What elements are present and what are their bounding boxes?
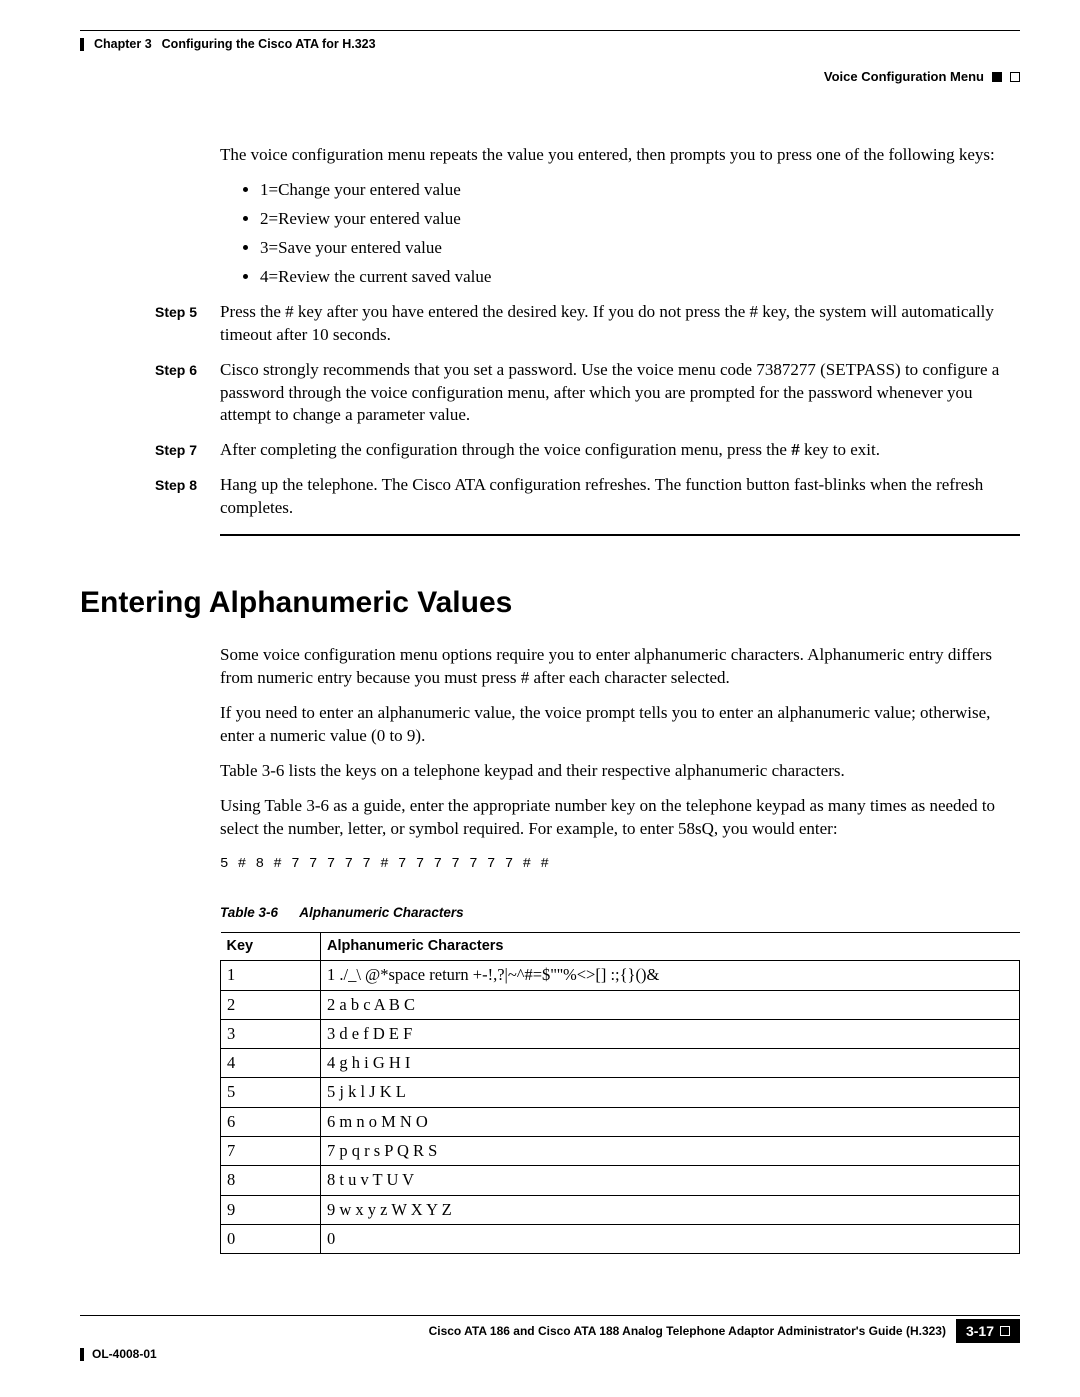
- footer-ol: OL-4008-01: [80, 1347, 1020, 1361]
- table-cell-chars: 1 ./_\ @*space return +-!,?|~^#=$"''%<>[…: [321, 961, 1020, 990]
- body-paragraph: Some voice configuration menu options re…: [220, 644, 1020, 690]
- body-paragraph: Using Table 3-6 as a guide, enter the ap…: [220, 795, 1020, 841]
- table-cell-key: 5: [221, 1078, 321, 1107]
- chapter-header: Chapter 3 Configuring the Cisco ATA for …: [80, 37, 1020, 51]
- footer-doc-title: Cisco ATA 186 and Cisco ATA 188 Analog T…: [80, 1324, 956, 1338]
- step-text: After completing the configuration throu…: [220, 439, 1020, 462]
- table-row: 77 p q r s P Q R S: [221, 1137, 1020, 1166]
- table-row: 11 ./_\ @*space return +-!,?|~^#=$"''%<>…: [221, 961, 1020, 990]
- table-title: Alphanumeric Characters: [299, 905, 463, 920]
- table-row: 55 j k l J K L: [221, 1078, 1020, 1107]
- table-cell-key: 6: [221, 1107, 321, 1136]
- table-header-key: Key: [221, 932, 321, 961]
- table-cell-key: 3: [221, 1019, 321, 1048]
- table-row: 22 a b c A B C: [221, 990, 1020, 1019]
- table-cell-key: 2: [221, 990, 321, 1019]
- body-paragraph: Table 3-6 lists the keys on a telephone …: [220, 760, 1020, 783]
- section-divider: [220, 534, 1020, 536]
- table-row: 99 w x y z W X Y Z: [221, 1195, 1020, 1224]
- step-text: Hang up the telephone. The Cisco ATA con…: [220, 474, 1020, 520]
- footer-bar-icon: [80, 1348, 84, 1361]
- table-row: 33 d e f D E F: [221, 1019, 1020, 1048]
- options-list: 1=Change your entered value 2=Review you…: [260, 179, 1020, 289]
- table-cell-chars: 6 m n o M N O: [321, 1107, 1020, 1136]
- step-row: Step 7 After completing the configuratio…: [220, 439, 1020, 462]
- table-header-chars: Alphanumeric Characters: [321, 932, 1020, 961]
- page-footer: Cisco ATA 186 and Cisco ATA 188 Analog T…: [80, 1315, 1020, 1361]
- section-title: Voice Configuration Menu: [824, 69, 984, 84]
- table-cell-key: 4: [221, 1049, 321, 1078]
- page-number-box: 3-17: [956, 1319, 1020, 1343]
- table-cell-key: 8: [221, 1166, 321, 1195]
- chapter-label: Chapter 3: [94, 37, 152, 51]
- table-row: 66 m n o M N O: [221, 1107, 1020, 1136]
- footer-ol-number: OL-4008-01: [92, 1347, 157, 1361]
- step-row: Step 5 Press the # key after you have en…: [220, 301, 1020, 347]
- table-cell-chars: 0: [321, 1224, 1020, 1253]
- option-item: 3=Save your entered value: [260, 237, 1020, 260]
- table-caption: Table 3-6 Alphanumeric Characters: [220, 904, 1020, 922]
- table-cell-key: 1: [221, 961, 321, 990]
- table-cell-chars: 4 g h i G H I: [321, 1049, 1020, 1078]
- table-cell-chars: 8 t u v T U V: [321, 1166, 1020, 1195]
- table-row: 88 t u v T U V: [221, 1166, 1020, 1195]
- step-label: Step 8: [80, 474, 200, 520]
- step-label: Step 5: [80, 301, 200, 347]
- step-label: Step 6: [80, 359, 200, 428]
- header-bar-icon: [80, 38, 84, 51]
- table-cell-key: 9: [221, 1195, 321, 1224]
- section-header: Voice Configuration Menu: [80, 69, 1020, 84]
- option-item: 4=Review the current saved value: [260, 266, 1020, 289]
- table-row: 00: [221, 1224, 1020, 1253]
- step-text: Cisco strongly recommends that you set a…: [220, 359, 1020, 428]
- option-item: 1=Change your entered value: [260, 179, 1020, 202]
- table-row: 44 g h i G H I: [221, 1049, 1020, 1078]
- step-row: Step 6 Cisco strongly recommends that yo…: [220, 359, 1020, 428]
- table-cell-chars: 3 d e f D E F: [321, 1019, 1020, 1048]
- table-cell-key: 0: [221, 1224, 321, 1253]
- square-outline-icon: [1000, 1326, 1010, 1336]
- square-outline-icon: [1010, 72, 1020, 82]
- step-row: Step 8 Hang up the telephone. The Cisco …: [220, 474, 1020, 520]
- table-cell-chars: 5 j k l J K L: [321, 1078, 1020, 1107]
- table-cell-chars: 7 p q r s P Q R S: [321, 1137, 1020, 1166]
- step-label: Step 7: [80, 439, 200, 462]
- step-text: Press the # key after you have entered t…: [220, 301, 1020, 347]
- body-paragraph: If you need to enter an alphanumeric val…: [220, 702, 1020, 748]
- table-number: Table 3-6: [220, 905, 278, 920]
- page-number: 3-17: [966, 1323, 994, 1339]
- alphanumeric-table: Key Alphanumeric Characters 11 ./_\ @*sp…: [220, 932, 1020, 1254]
- intro-paragraph: The voice configuration menu repeats the…: [220, 144, 1020, 167]
- code-example: 5 # 8 # 7 7 7 7 7 # 7 7 7 7 7 7 7 # #: [220, 855, 1020, 874]
- section-heading: Entering Alphanumeric Values: [80, 586, 1020, 620]
- table-cell-chars: 2 a b c A B C: [321, 990, 1020, 1019]
- option-item: 2=Review your entered value: [260, 208, 1020, 231]
- table-cell-chars: 9 w x y z W X Y Z: [321, 1195, 1020, 1224]
- table-cell-key: 7: [221, 1137, 321, 1166]
- chapter-title: Configuring the Cisco ATA for H.323: [162, 37, 376, 51]
- square-filled-icon: [992, 72, 1002, 82]
